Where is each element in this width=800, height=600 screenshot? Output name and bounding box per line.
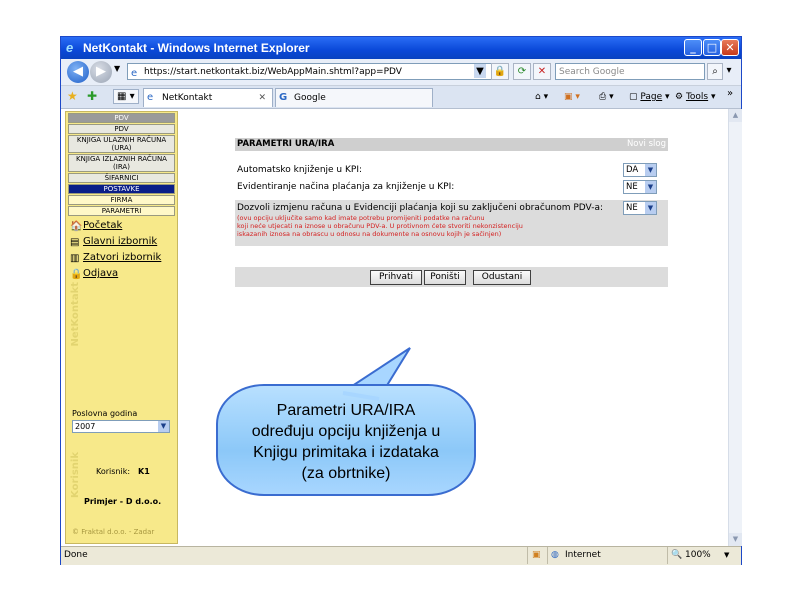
callout-tail-joint: [342, 391, 380, 401]
callout-line-3: Knjigu primitaka i izdataka: [253, 444, 439, 461]
callout-line-1: Parametri URA/IRA: [276, 402, 416, 419]
callout-text: Parametri URA/IRA određuju opciju knjiže…: [216, 400, 476, 484]
callout-line-2: određuju opciju knjiženja u: [251, 423, 441, 440]
callout-line-4: (za obrtnike): [301, 465, 391, 482]
callout-tail-joint-shape: [342, 391, 380, 401]
